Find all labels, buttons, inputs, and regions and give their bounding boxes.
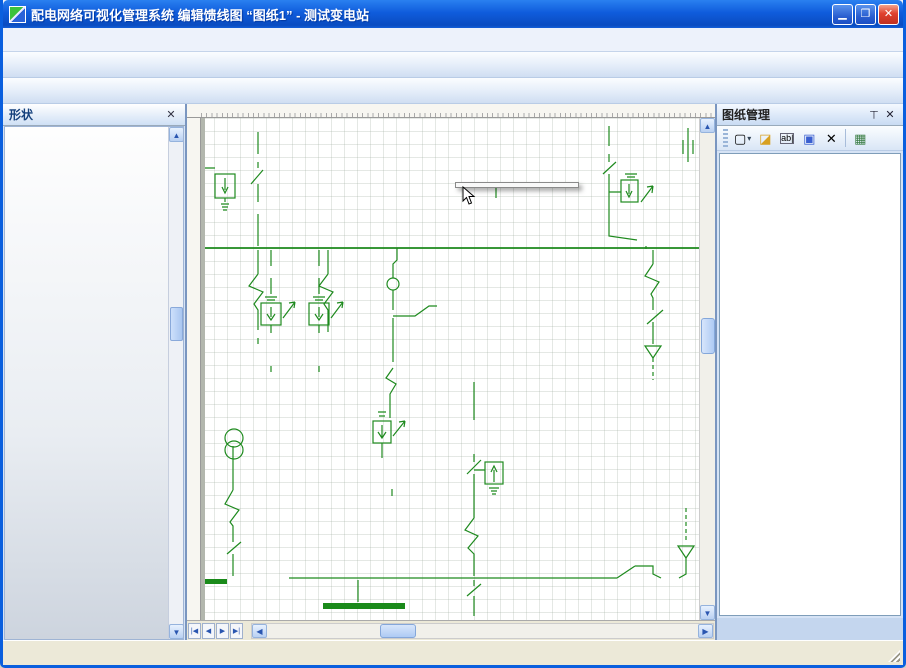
pin-icon[interactable]: ⊥ (866, 108, 882, 121)
scroll-down-icon[interactable]: ▼ (700, 605, 715, 620)
delete-drawing-button[interactable]: ✕ (820, 127, 842, 149)
panel-tabs (717, 618, 903, 640)
copy-icon: ▣ (803, 132, 815, 145)
scroll-down-icon[interactable]: ▼ (169, 624, 184, 639)
horizontal-ruler (187, 104, 715, 118)
rename-drawing-button[interactable]: ab| (776, 127, 798, 149)
batch-edit-button[interactable]: ▦ (849, 127, 871, 149)
first-sheet-icon[interactable]: |◀ (188, 623, 201, 639)
scroll-thumb[interactable] (380, 624, 416, 638)
open-folder-icon: ◪ (759, 132, 771, 145)
page-edge (201, 118, 205, 620)
canvas-horizontal-scrollbar[interactable]: ◀ ▶ (251, 623, 714, 639)
context-menu (455, 182, 579, 188)
next-sheet-icon[interactable]: ▶ (216, 623, 229, 639)
vertical-ruler (187, 118, 201, 620)
scroll-thumb[interactable] (701, 318, 715, 354)
scroll-up-icon[interactable]: ▲ (169, 127, 184, 142)
shape-list: ▲ ▼ (4, 126, 184, 640)
drawings-tree (719, 153, 901, 616)
new-drawing-icon: ▢ (734, 132, 746, 145)
drawings-panel-title: 图纸管理 (722, 106, 866, 123)
close-button[interactable]: ✕ (878, 4, 899, 25)
resize-grip[interactable] (888, 650, 900, 662)
mouse-cursor-icon (462, 186, 476, 206)
drawing-canvas[interactable] (201, 118, 699, 620)
sheet-tab-bar: |◀ ◀ ▶ ▶| ◀ ▶ (187, 620, 715, 640)
menu-bar (3, 28, 903, 52)
canvas-vertical-scrollbar[interactable]: ▲ ▼ (699, 118, 715, 620)
scroll-right-icon[interactable]: ▶ (698, 624, 713, 638)
shapes-panel-header: 形状 ✕ (3, 104, 185, 126)
maximize-button[interactable]: ❐ (855, 4, 876, 25)
canvas-column: ▲ ▼ |◀ ◀ ▶ ▶| ◀ ▶ (187, 104, 715, 640)
shapes-scrollbar[interactable]: ▲ ▼ (168, 127, 183, 639)
prev-sheet-icon[interactable]: ◀ (202, 623, 215, 639)
title-bar: 配电网络可视化管理系统 编辑馈线图 “图纸1” - 测试变电站 ▁ ❐ ✕ (3, 0, 903, 28)
scroll-up-icon[interactable]: ▲ (700, 118, 715, 133)
toolbar-standard (3, 52, 903, 78)
toolbar-format-view (3, 78, 903, 104)
shapes-panel-title: 形状 (9, 106, 163, 123)
copy-drawing-button[interactable]: ▣ (798, 127, 820, 149)
rename-icon: ab| (780, 133, 794, 144)
window-title: 配电网络可视化管理系统 编辑馈线图 “图纸1” - 测试变电站 (31, 5, 830, 24)
app-window: 配电网络可视化管理系统 编辑馈线图 “图纸1” - 测试变电站 ▁ ❐ ✕ 形状… (0, 0, 906, 668)
drawings-panel-header: 图纸管理 ⊥ ✕ (717, 104, 903, 126)
main-area: 形状 ✕ ▲ ▼ (3, 104, 903, 640)
new-drawing-button[interactable]: ▢▾ (731, 127, 754, 149)
last-sheet-icon[interactable]: ▶| (230, 623, 243, 639)
scroll-left-icon[interactable]: ◀ (252, 624, 267, 638)
scroll-thumb[interactable] (170, 307, 183, 341)
shapes-panel-close-icon[interactable]: ✕ (163, 108, 179, 121)
drawings-toolbar: ▢▾ ◪ ab| ▣ ✕ ▦ (717, 126, 903, 151)
minimize-button[interactable]: ▁ (832, 4, 853, 25)
feeder-diagram-svg (201, 118, 699, 620)
app-icon (9, 6, 26, 23)
batch-edit-icon: ▦ (854, 132, 866, 145)
shapes-panel: 形状 ✕ ▲ ▼ (3, 104, 187, 640)
panel-close-icon[interactable]: ✕ (882, 108, 898, 121)
status-bar (3, 640, 903, 665)
delete-icon: ✕ (826, 132, 837, 145)
open-drawing-button[interactable]: ◪ (754, 127, 776, 149)
drawings-panel: 图纸管理 ⊥ ✕ ▢▾ ◪ ab| ▣ ✕ ▦ (715, 104, 903, 640)
